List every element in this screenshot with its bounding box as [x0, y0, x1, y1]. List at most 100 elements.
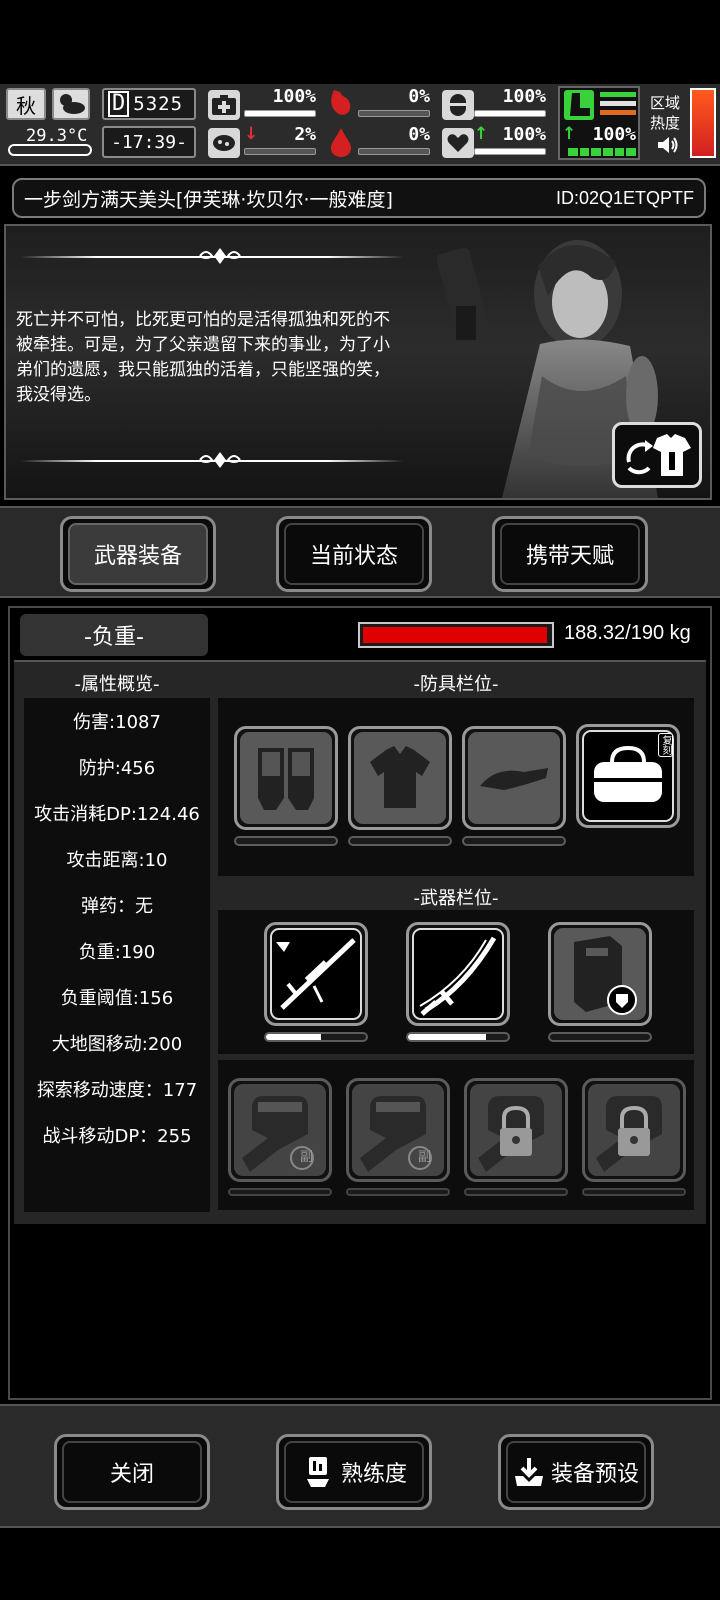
- close-button-label: 关闭: [109, 1462, 154, 1487]
- clock-box: -17:39-: [102, 126, 196, 158]
- secondary-slot-1[interactable]: 副: [228, 1078, 332, 1182]
- health-gauge: [244, 110, 316, 117]
- secondary-badge: 副: [299, 1150, 313, 1165]
- infection-pct: 2%: [294, 124, 316, 145]
- weight-bar-fill: [363, 627, 548, 643]
- replica-badge: 复刻: [658, 733, 673, 757]
- mood-gauge: [474, 148, 546, 155]
- attr-carry-threshold: 负重阈值:156: [60, 988, 174, 1009]
- day-counter: 5325: [133, 93, 184, 115]
- armor-slot-bag[interactable]: 复刻: [576, 724, 680, 828]
- change-outfit-button[interactable]: [612, 422, 702, 488]
- stamina-stripes: [600, 92, 636, 118]
- preset-button-label: 装备预设: [550, 1462, 639, 1487]
- secondary-slot-3-locked[interactable]: [464, 1078, 568, 1182]
- attr-explore-speed: 探索移动速度：177: [36, 1080, 198, 1101]
- season-label: 秋: [16, 93, 36, 118]
- weapon-slot-katana-durability: [406, 1032, 510, 1042]
- bleed-pct: 0%: [408, 124, 430, 145]
- bleed-gauge: [358, 148, 430, 155]
- close-button[interactable]: 关闭: [54, 1434, 210, 1510]
- capsule-icon: [442, 90, 474, 120]
- attributes-list: 伤害:1087 防护:456 攻击消耗DP:124.46 攻击距离:10 弹药：…: [24, 698, 210, 1212]
- ornament-bottom-icon: [196, 450, 244, 470]
- sniper-rifle-icon: [276, 938, 356, 1010]
- blood-drop-icon: [328, 126, 354, 158]
- tab-talents-label: 携带天赋: [525, 544, 614, 569]
- tab-current-status-label: 当前状态: [309, 544, 398, 569]
- attr-damage: 伤害:1087: [73, 712, 161, 733]
- attr-attack-dp: 攻击消耗DP:124.46: [34, 804, 200, 825]
- clock: -17:39-: [111, 131, 187, 153]
- tab-current-status[interactable]: 当前状态: [276, 516, 432, 592]
- durability-fill: [266, 1034, 321, 1040]
- shirt-icon: [370, 746, 430, 808]
- boot-icon: [564, 90, 594, 120]
- secondary-slot-4-locked[interactable]: [582, 1078, 686, 1182]
- weapon-slot-katana[interactable]: [406, 922, 510, 1026]
- armor-slot-shirt[interactable]: [348, 726, 452, 830]
- katana-icon: [419, 936, 497, 1016]
- armor-slot-gloves-durability: [234, 836, 338, 846]
- hunger-pct: 0%: [408, 86, 430, 107]
- tab-weapons-equipment-label: 武器装备: [93, 544, 182, 569]
- gloves-icon: [258, 748, 314, 810]
- weapons-title: -武器栏位-: [413, 888, 499, 909]
- tab-bar: 武器装备 当前状态 携带天赋: [0, 506, 720, 598]
- armor-title: -防具栏位-: [413, 674, 499, 695]
- character-story-panel: 死亡并不可怕，比死更可怕的是活得孤独和死的不被牵挂。可是，为了父亲遗留下来的事业…: [4, 224, 712, 500]
- tab-talents[interactable]: 携带天赋: [492, 516, 648, 592]
- stomach-icon: [326, 88, 354, 120]
- season-badge: 秋: [6, 88, 46, 120]
- thermometer-icon: [8, 144, 92, 156]
- speaker-icon[interactable]: [656, 134, 680, 156]
- medkit-icon: [208, 90, 240, 120]
- stamina-pct: 100%: [592, 124, 636, 145]
- durability-fill: [408, 1034, 486, 1040]
- secondary-slots: 副 副: [218, 1060, 694, 1210]
- equipment-panel: -负重- 188.32/190 kg -属性概览- 伤害:1087 防护:456…: [8, 606, 712, 1400]
- riot-shield-icon: [574, 936, 637, 1015]
- attributes-title: -属性概览-: [74, 674, 160, 695]
- secondary-badge: 副: [417, 1150, 431, 1165]
- infection-gauge: [244, 148, 316, 155]
- armor-slot-cap[interactable]: [462, 726, 566, 830]
- weapon-slots: [218, 910, 694, 1054]
- character-title-bar: 一步剑方满天美头[伊芙琳·坎贝尔·一般难度] ID:02Q1ETQPTF: [12, 178, 706, 218]
- attr-ammo: 弹药：无: [81, 896, 153, 917]
- bottom-action-bar: 关闭 熟练度 装备预设: [0, 1404, 720, 1528]
- status-hud: 秋 29.3°C D 5325 -17:39- 100% ↓ 2% 0% 0% …: [0, 84, 720, 166]
- attr-attack-range: 攻击距离:10: [66, 850, 168, 871]
- attr-carry: 负重:190: [78, 942, 156, 963]
- secondary-slot-2[interactable]: 副: [346, 1078, 450, 1182]
- weapon-slot-shield-durability: [548, 1032, 652, 1042]
- equipment-inner: -属性概览- 伤害:1087 防护:456 攻击消耗DP:124.46 攻击距离…: [14, 660, 706, 1224]
- visor-cap-icon: [480, 768, 548, 790]
- tab-weapons-equipment[interactable]: 武器装备: [60, 516, 216, 592]
- armor-pct: 100%: [502, 86, 546, 107]
- temperature-readout: 29.3°C: [26, 126, 88, 146]
- weight-bar: [358, 622, 554, 648]
- attr-map-move: 大地图移动:200: [51, 1034, 183, 1055]
- armor-slot-shirt-durability: [348, 836, 452, 846]
- equipment-preset-button[interactable]: 装备预设: [498, 1434, 654, 1510]
- armor-gauge: [474, 110, 546, 117]
- ornament-top-icon: [196, 246, 244, 266]
- secondary-slot-4-durability: [582, 1188, 686, 1196]
- proficiency-button[interactable]: 熟练度: [276, 1434, 432, 1510]
- armor-slot-gloves[interactable]: [234, 726, 338, 830]
- weapon-slot-shield[interactable]: [548, 922, 652, 1026]
- weather-icon: [52, 88, 90, 120]
- day-prefix: D: [108, 91, 130, 117]
- weapon-slot-rifle[interactable]: [264, 922, 368, 1026]
- heart-icon: [442, 128, 474, 158]
- zone-heat-label-1: 区域: [650, 94, 681, 112]
- preset-download-icon: [514, 1458, 543, 1486]
- character-title: 一步剑方满天美头[伊芙琳·坎贝尔·一般难度]: [24, 188, 393, 211]
- armor-slot-cap-durability: [462, 836, 566, 846]
- duffel-bag-icon: [594, 745, 662, 802]
- zone-heat-label-2: 热度: [650, 114, 681, 132]
- save-id: ID:02Q1ETQPTF: [555, 187, 694, 208]
- weapon-slot-rifle-durability: [264, 1032, 368, 1042]
- lock-icon: [478, 1096, 544, 1172]
